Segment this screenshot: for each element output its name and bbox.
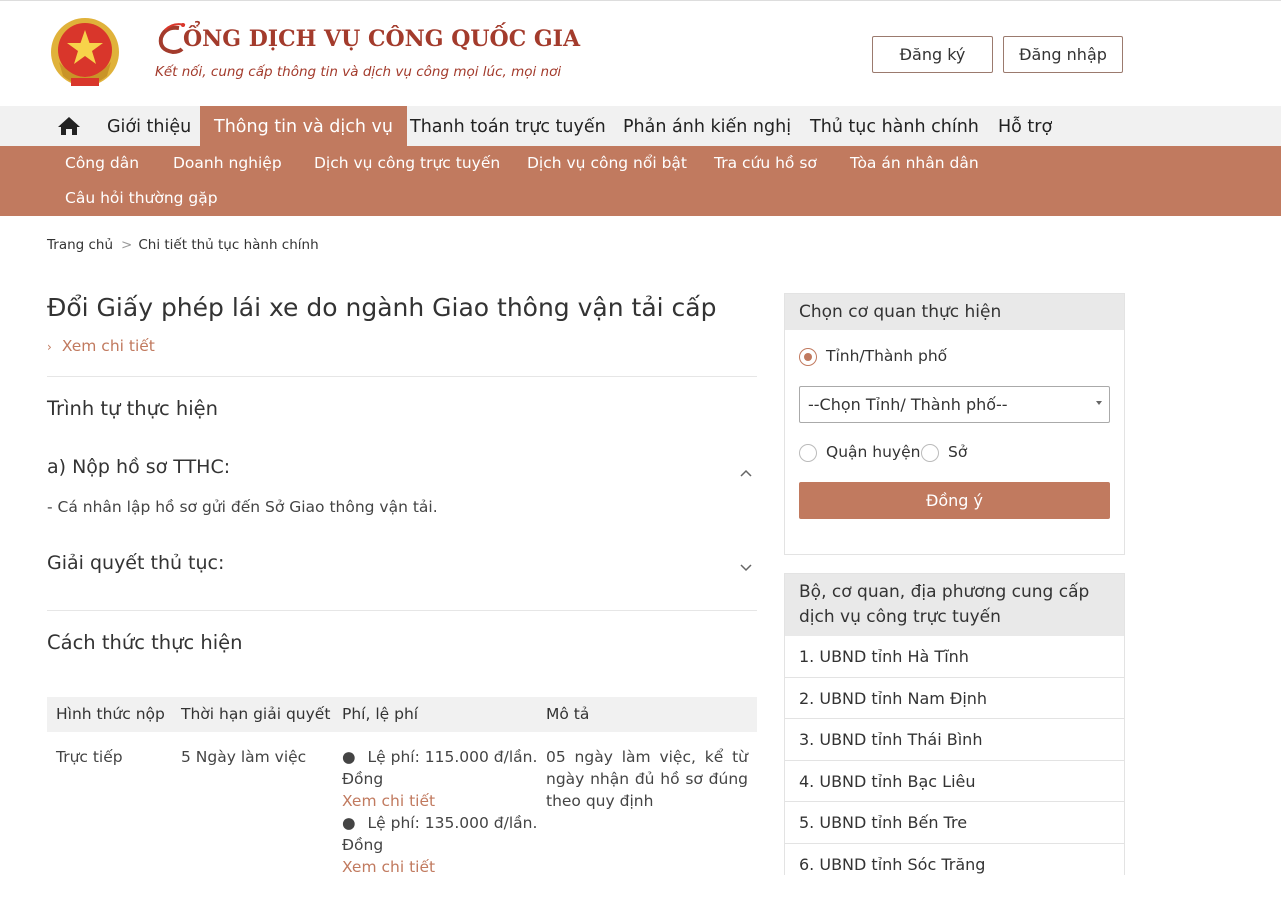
fee-line: Lệ phí: 115.000 đ/lần.: [367, 748, 538, 766]
page-title: Đổi Giấy phép lái xe do ngành Giao thông…: [47, 293, 717, 322]
see-detail-link[interactable]: › Xem chi tiết: [47, 337, 155, 355]
provider-item[interactable]: 5. UBND tỉnh Bến Tre: [785, 801, 1124, 842]
province-select-value: --Chọn Tỉnh/ Thành phố--: [808, 395, 1008, 414]
brand-title-text: ỔNG DỊCH VỤ CÔNG QUỐC GIA: [183, 26, 581, 52]
department-radio[interactable]: [921, 444, 939, 462]
table-cell-deadline: 5 Ngày làm việc: [181, 748, 307, 766]
nav-item-support[interactable]: Hỗ trợ: [998, 106, 1052, 146]
description-line: 05 ngày làm việc, kể từ: [546, 746, 748, 768]
method-heading: Cách thức thực hiện: [47, 631, 243, 654]
home-icon[interactable]: [56, 114, 82, 138]
province-radio[interactable]: [799, 348, 817, 366]
register-button[interactable]: Đăng ký: [872, 36, 993, 73]
divider: [47, 610, 757, 611]
brand-subtitle: Kết nối, cung cấp thông tin và dịch vụ c…: [155, 64, 562, 80]
fee-unit: Đồng: [342, 836, 384, 854]
nav-item-admin-procedures[interactable]: Thủ tục hành chính: [810, 106, 979, 146]
subnav-item-citizen[interactable]: Công dân: [65, 154, 139, 172]
fee-detail-link[interactable]: Xem chi tiết: [342, 790, 532, 812]
table-cell-method: Trực tiếp: [56, 748, 123, 766]
nav-item-info-services[interactable]: Thông tin và dịch vụ: [200, 106, 407, 146]
chevron-up-icon[interactable]: [738, 464, 754, 477]
fee-line: Lệ phí: 135.000 đ/lần.: [367, 814, 538, 832]
providers-box-title: Bộ, cơ quan, địa phương cung cấp dịch vụ…: [785, 574, 1124, 636]
breadcrumb-home[interactable]: Trang chủ: [47, 237, 113, 253]
see-detail-label: Xem chi tiết: [61, 337, 155, 355]
divider: [47, 376, 757, 377]
sequence-heading: Trình tự thực hiện: [47, 397, 219, 420]
agency-box-title: Chọn cơ quan thực hiện: [785, 294, 1124, 330]
province-radio-label[interactable]: Tỉnh/Thành phố: [826, 347, 947, 365]
provider-item[interactable]: 3. UBND tỉnh Thái Bình: [785, 718, 1124, 759]
subnav-item-lookup[interactable]: Tra cứu hồ sơ: [714, 154, 817, 172]
fee-item: ● Lệ phí: 135.000 đ/lần.: [342, 814, 538, 832]
provider-item[interactable]: 6. UBND tỉnh Sóc Trăng: [785, 843, 1124, 874]
table-header-cell: Thời hạn giải quyết: [181, 705, 331, 723]
page-bottom-fade: [0, 875, 1281, 909]
resolve-heading[interactable]: Giải quyết thủ tục:: [47, 552, 224, 574]
table-header-cell: Mô tả: [546, 705, 590, 723]
description-line: ngày nhận đủ hồ sơ đúng: [546, 768, 748, 790]
description-line: theo quy định: [546, 790, 748, 812]
department-radio-label[interactable]: Sở: [948, 443, 967, 461]
national-emblem-icon[interactable]: [47, 16, 123, 92]
subnav-item-business[interactable]: Doanh nghiệp: [173, 154, 282, 172]
sub-nav: Công dân Doanh nghiệp Dịch vụ công trực …: [0, 146, 1281, 216]
login-button[interactable]: Đăng nhập: [1003, 36, 1123, 73]
chevron-right-icon: ›: [47, 340, 52, 354]
table-cell-fees: ● Lệ phí: 115.000 đ/lần. Đồng Xem chi tiế…: [342, 746, 538, 878]
district-radio-label[interactable]: Quận huyện: [826, 443, 920, 461]
provider-item[interactable]: 4. UBND tỉnh Bạc Liêu: [785, 760, 1124, 801]
breadcrumb-separator: >: [121, 237, 133, 253]
nav-item-online-payment[interactable]: Thanh toán trực tuyến: [410, 106, 606, 146]
table-header-cell: Phí, lệ phí: [342, 705, 419, 723]
table-header-cell: Hình thức nộp: [56, 705, 165, 723]
description-text: ngày nhận đủ hồ sơ đúng: [546, 770, 748, 788]
nav-item-intro[interactable]: Giới thiệu: [107, 106, 191, 146]
step-a-text: - Cá nhân lập hồ sơ gửi đến Sở Giao thôn…: [47, 498, 438, 516]
top-border: [0, 0, 1281, 4]
table-cell-description: 05 ngày làm việc, kể từ ngày nhận đủ hồ …: [546, 746, 748, 812]
provider-item[interactable]: 2. UBND tỉnh Nam Định: [785, 677, 1124, 718]
providers-title-line: dịch vụ công trực tuyến: [799, 607, 1001, 627]
providers-title-line: Bộ, cơ quan, địa phương cung cấp: [799, 582, 1090, 602]
subnav-item-featured-services[interactable]: Dịch vụ công nổi bật: [527, 154, 687, 172]
description-text: theo quy định: [546, 792, 654, 810]
subnav-item-court[interactable]: Tòa án nhân dân: [850, 154, 979, 172]
caret-down-icon: [1096, 401, 1102, 405]
subnav-item-online-services[interactable]: Dịch vụ công trực tuyến: [314, 154, 500, 172]
nav-item-feedback[interactable]: Phản ánh kiến nghị: [623, 106, 791, 146]
table-header: Hình thức nộp Thời hạn giải quyết Phí, l…: [47, 697, 757, 732]
brand-title: ỔNG DỊCH VỤ CÔNG QUỐC GIA: [155, 22, 580, 56]
province-select[interactable]: --Chọn Tỉnh/ Thành phố--: [799, 386, 1110, 423]
district-radio[interactable]: [799, 444, 817, 462]
fee-unit: Đồng: [342, 770, 384, 788]
description-text: 05 ngày làm việc, kể từ: [546, 748, 748, 766]
chevron-down-icon[interactable]: [738, 558, 754, 572]
breadcrumb: Trang chủ > Chi tiết thủ tục hành chính: [47, 237, 319, 253]
breadcrumb-current: Chi tiết thủ tục hành chính: [138, 237, 319, 253]
step-a-heading[interactable]: a) Nộp hồ sơ TTHC:: [47, 456, 230, 478]
main-nav: Giới thiệu Thông tin và dịch vụ Thanh to…: [0, 106, 1281, 146]
provider-item[interactable]: 1. UBND tỉnh Hà Tĩnh: [785, 636, 1124, 677]
fee-item: ● Lệ phí: 115.000 đ/lần.: [342, 748, 538, 766]
subnav-item-faq[interactable]: Câu hỏi thường gặp: [65, 189, 218, 207]
agree-button[interactable]: Đồng ý: [799, 482, 1110, 519]
brand[interactable]: ỔNG DỊCH VỤ CÔNG QUỐC GIA Kết nối, cung …: [155, 22, 580, 80]
